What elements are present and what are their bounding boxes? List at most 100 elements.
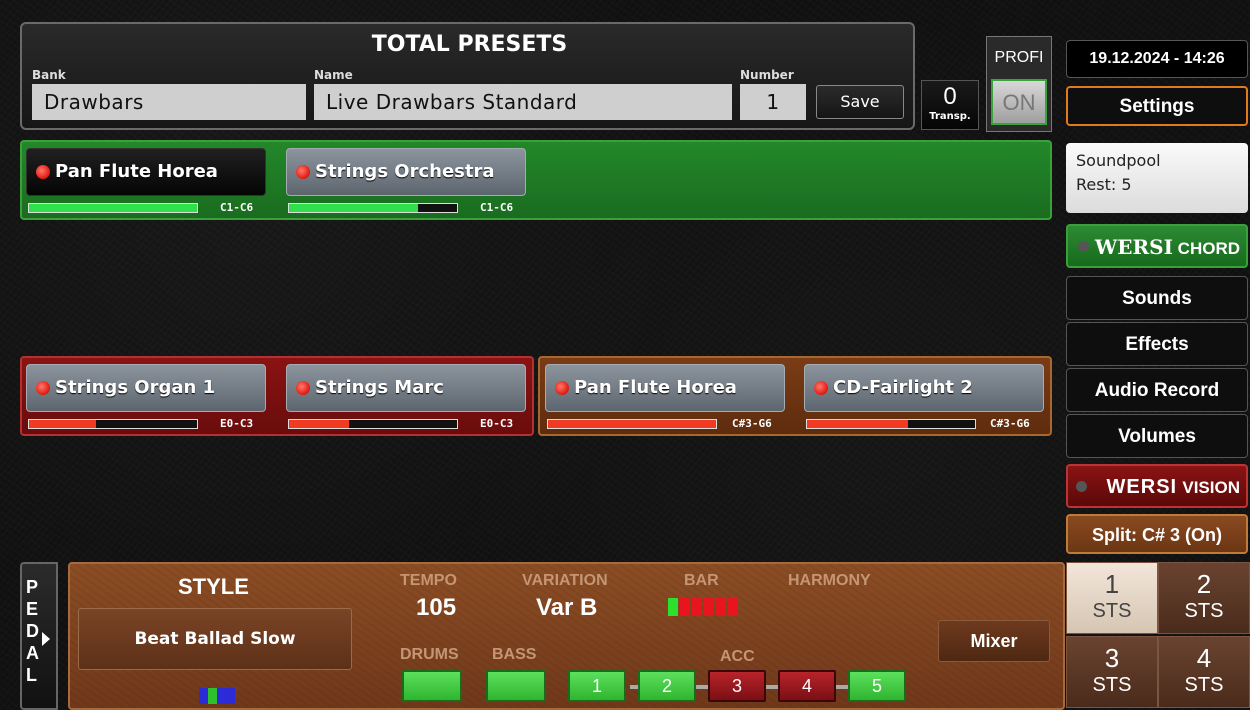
voice-range: C1-C6 — [220, 201, 254, 214]
wersi-vision-button[interactable]: WERSI VISION — [1066, 464, 1248, 508]
bass-button[interactable] — [486, 670, 546, 702]
voice-range: C1-C6 — [480, 201, 514, 214]
drums-label: DRUMS — [400, 646, 459, 663]
harmony-label: HARMONY — [788, 572, 871, 589]
audio-record-button[interactable]: Audio Record — [1066, 368, 1248, 412]
number-label: Number — [740, 68, 794, 82]
sts-number: 1 — [1104, 569, 1120, 599]
transpose-value: 0 — [943, 83, 957, 110]
voice-level-bar[interactable] — [28, 419, 198, 429]
vision-led-icon — [1076, 481, 1087, 492]
settings-button[interactable]: Settings — [1066, 86, 1248, 126]
total-presets-panel: TOTAL PRESETS Bank Drawbars Name Live Dr… — [20, 22, 915, 130]
acc-button-5[interactable]: 5 — [848, 670, 906, 702]
sts-number: 2 — [1196, 569, 1212, 599]
pedal-letter: P — [26, 577, 39, 597]
tempo-value[interactable]: 105 — [416, 594, 456, 622]
datetime-display: 19.12.2024 - 14:26 — [1066, 40, 1248, 78]
voice-level-bar[interactable] — [806, 419, 976, 429]
save-button[interactable]: Save — [816, 85, 904, 119]
voice-name: Pan Flute Horea — [574, 377, 737, 398]
sts-number: 3 — [1104, 643, 1120, 673]
pedal-letter: D — [26, 621, 39, 641]
soundpool-rest: Rest: 5 — [1076, 175, 1132, 194]
voice-led-icon — [814, 381, 828, 395]
panel-title: TOTAL PRESETS — [371, 32, 568, 57]
drums-button[interactable] — [402, 670, 462, 702]
voice-range: E0-C3 — [480, 417, 514, 430]
arrow-right-icon — [42, 632, 50, 646]
voice-name: Strings Orchestra — [315, 161, 495, 182]
split-button[interactable]: Split: C# 3 (On) — [1066, 514, 1248, 554]
sts-label: STS — [1184, 674, 1224, 696]
name-label: Name — [314, 68, 353, 82]
mixer-button[interactable]: Mixer — [938, 620, 1050, 662]
voice-name: Strings Marc — [315, 377, 444, 398]
voice-led-icon — [296, 165, 310, 179]
transpose-label: Transp. — [929, 111, 971, 122]
voice-range: C#3-G6 — [732, 417, 772, 430]
voice-button-upper-2[interactable]: Strings Orchestra — [286, 148, 526, 196]
acc-label: ACC — [720, 648, 755, 665]
chord-label: CHORD — [1172, 239, 1240, 258]
acc-button-1[interactable]: 1 — [568, 670, 626, 702]
effects-button[interactable]: Effects — [1066, 322, 1248, 366]
sts-button-1[interactable]: 1 STS — [1066, 562, 1158, 634]
soundpool-label: Soundpool — [1076, 151, 1161, 170]
pedal-letter: E — [26, 599, 39, 619]
bar-indicator — [668, 598, 738, 616]
voice-led-icon — [36, 165, 50, 179]
voice-level-bar[interactable] — [28, 203, 198, 213]
sounds-button[interactable]: Sounds — [1066, 276, 1248, 320]
wersi-logo: WERSI — [1106, 476, 1178, 498]
sts-button-3[interactable]: 3 STS — [1066, 636, 1158, 708]
wersi-chord-button[interactable]: WERSI CHORD — [1066, 224, 1248, 268]
variation-label: VARIATION — [522, 572, 608, 589]
vision-label: VISION — [1182, 478, 1240, 497]
voice-range: C#3-G6 — [990, 417, 1030, 430]
profi-label: PROFI — [994, 49, 1044, 66]
voice-button-lower-3[interactable]: Pan Flute Horea — [545, 364, 785, 412]
voice-level-bar[interactable] — [288, 419, 458, 429]
number-field[interactable]: 1 — [740, 84, 806, 120]
bass-label: BASS — [492, 646, 537, 663]
sts-button-2[interactable]: 2 STS — [1158, 562, 1250, 634]
voice-button-lower-1[interactable]: Strings Organ 1 — [26, 364, 266, 412]
style-indicator-icon — [199, 688, 237, 704]
profi-on-button[interactable]: ON — [991, 79, 1047, 125]
voice-name: CD-Fairlight 2 — [833, 377, 973, 398]
sts-label: STS — [1092, 674, 1132, 696]
bar-label: BAR — [684, 572, 719, 589]
volumes-button[interactable]: Volumes — [1066, 414, 1248, 458]
wersi-logo: WERSI — [1094, 235, 1173, 259]
pedal-letter: A — [26, 643, 39, 663]
voice-name: Pan Flute Horea — [55, 161, 218, 182]
bank-label: Bank — [32, 68, 66, 82]
voice-led-icon — [36, 381, 50, 395]
soundpool-box[interactable]: Soundpool Rest: 5 — [1066, 143, 1248, 213]
sts-label: STS — [1092, 600, 1132, 622]
variation-value[interactable]: Var B — [536, 594, 597, 622]
acc-button-4[interactable]: 4 — [778, 670, 836, 702]
voice-range: E0-C3 — [220, 417, 254, 430]
pedal-tab[interactable]: P E D A L — [20, 562, 58, 710]
voice-level-bar[interactable] — [288, 203, 458, 213]
name-field[interactable]: Live Drawbars Standard — [314, 84, 732, 120]
voice-button-lower-2[interactable]: Strings Marc — [286, 364, 526, 412]
sts-button-4[interactable]: 4 STS — [1158, 636, 1250, 708]
acc-button-3[interactable]: 3 — [708, 670, 766, 702]
style-title: STYLE — [178, 574, 249, 599]
voice-led-icon — [296, 381, 310, 395]
style-panel: STYLE Beat Ballad Slow TEMPO 105 VARIATI… — [68, 562, 1065, 710]
pedal-letter: L — [26, 665, 37, 685]
acc-button-2[interactable]: 2 — [638, 670, 696, 702]
voice-led-icon — [555, 381, 569, 395]
voice-button-upper-1[interactable]: Pan Flute Horea — [26, 148, 266, 196]
bank-field[interactable]: Drawbars — [32, 84, 306, 120]
profi-box: PROFI ON — [986, 36, 1052, 132]
voice-button-lower-4[interactable]: CD-Fairlight 2 — [804, 364, 1044, 412]
sts-label: STS — [1184, 600, 1224, 622]
style-name-button[interactable]: Beat Ballad Slow — [78, 608, 352, 670]
voice-level-bar[interactable] — [547, 419, 717, 429]
transpose-display[interactable]: 0 Transp. — [921, 80, 979, 130]
